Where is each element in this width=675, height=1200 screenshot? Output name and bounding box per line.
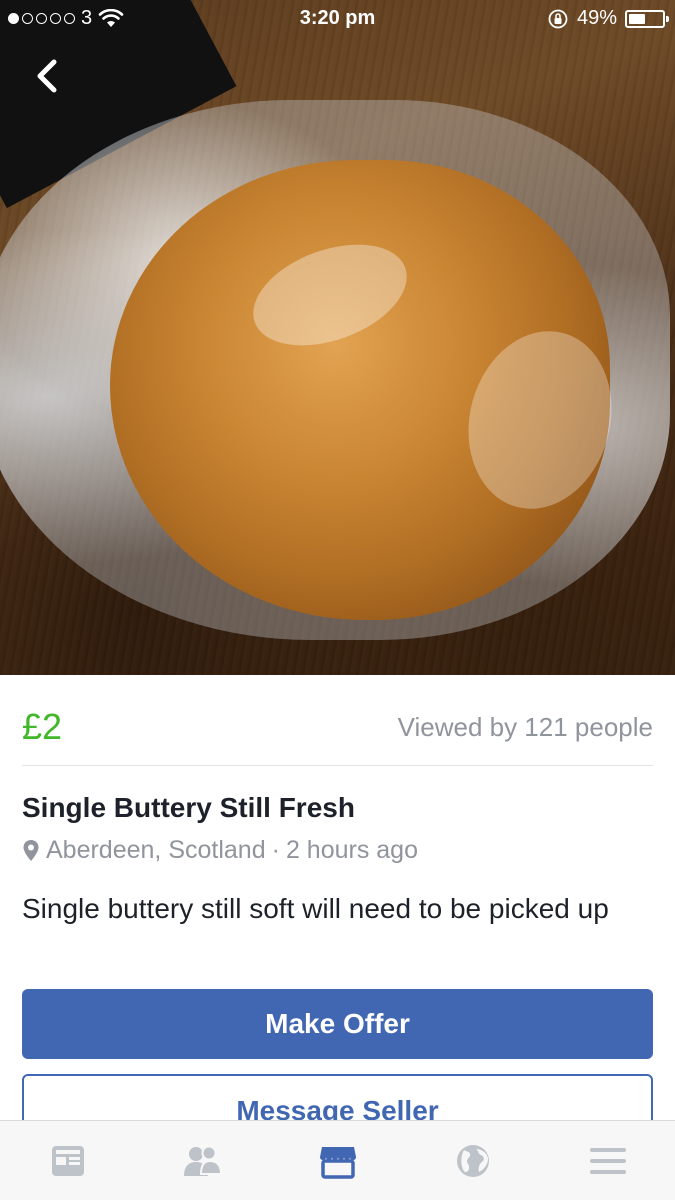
location-row: Aberdeen, Scotland · 2 hours ago [22, 836, 418, 865]
marketplace-icon [319, 1146, 356, 1179]
tab-notifications[interactable] [405, 1121, 540, 1200]
bottom-tab-bar [0, 1120, 675, 1200]
tab-menu[interactable] [540, 1121, 675, 1200]
battery-icon [625, 9, 669, 28]
menu-icon [589, 1147, 626, 1174]
battery-percentage: 49% [576, 7, 617, 29]
news-feed-icon [51, 1145, 84, 1176]
posted-time: 2 hours ago [285, 836, 418, 864]
orientation-lock-icon [548, 9, 568, 28]
make-offer-button[interactable]: Make Offer [22, 989, 653, 1059]
tab-marketplace[interactable] [270, 1121, 405, 1200]
friends-icon [183, 1145, 222, 1176]
listing-title: Single Buttery Still Fresh [22, 792, 355, 823]
tab-friends[interactable] [135, 1121, 270, 1200]
back-arrow-icon[interactable] [30, 56, 66, 96]
listing-description: Single buttery still soft will need to b… [22, 893, 609, 924]
listing-price: £2 [22, 706, 63, 747]
location-pin-icon [23, 839, 39, 861]
price-row: £2 Viewed by 121 people [22, 690, 653, 766]
listing-location[interactable]: Aberdeen, Scotland [46, 836, 266, 865]
meta-separator: · [271, 836, 280, 864]
status-bar: 3 3:20 pm 49% [0, 0, 675, 38]
tab-news-feed[interactable] [0, 1121, 135, 1200]
product-photo[interactable] [0, 0, 675, 675]
globe-icon [456, 1144, 489, 1177]
view-count: Viewed by 121 people [397, 712, 653, 742]
